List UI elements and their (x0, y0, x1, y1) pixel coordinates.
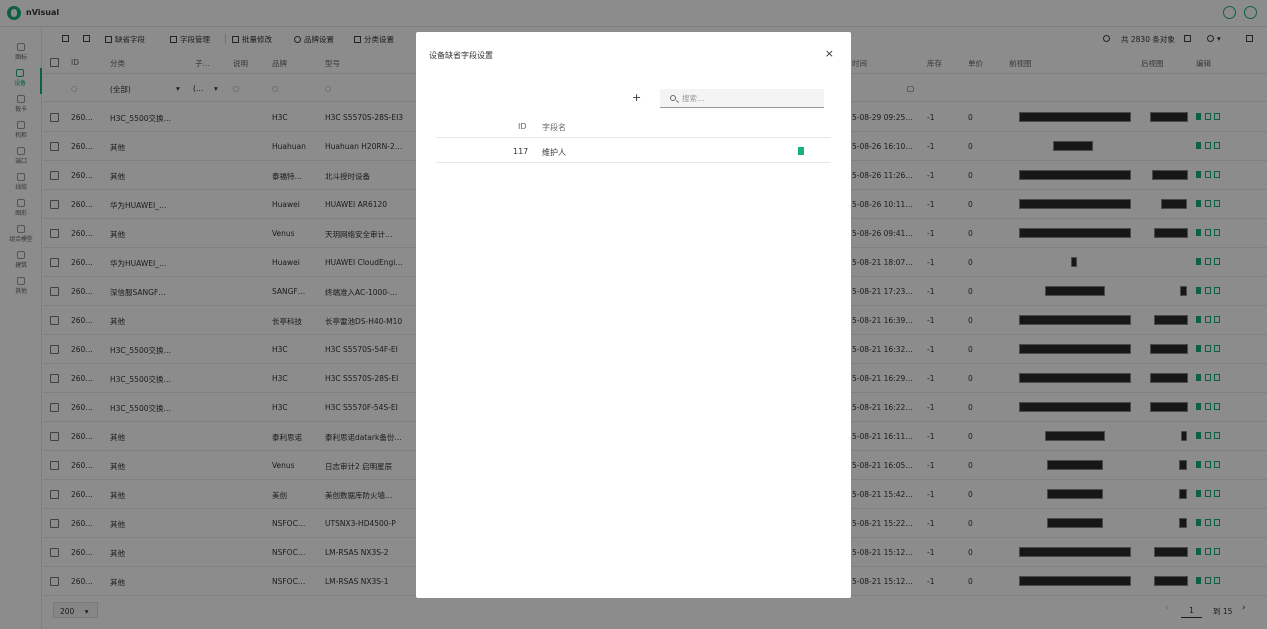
close-icon[interactable]: × (825, 48, 834, 59)
dialog-title: 设备缺省字段设置 (429, 51, 493, 60)
field-search-box (660, 89, 824, 108)
missing-fields-dialog: 设备缺省字段设置 × + ID 字段名 117 维护人 (416, 32, 851, 598)
dialog-row-name: 维护人 (542, 148, 566, 157)
search-icon (670, 95, 676, 101)
trash-icon[interactable] (798, 147, 804, 155)
field-search-input[interactable] (682, 92, 817, 105)
dialog-table-row: 117 维护人 (436, 139, 831, 163)
dialog-header-id: ID (518, 122, 527, 131)
dialog-table-header: ID 字段名 (436, 114, 831, 138)
dialog-row-id: 117 (513, 147, 529, 156)
dialog-header-name: 字段名 (542, 123, 566, 132)
add-field-button[interactable]: + (632, 92, 641, 103)
